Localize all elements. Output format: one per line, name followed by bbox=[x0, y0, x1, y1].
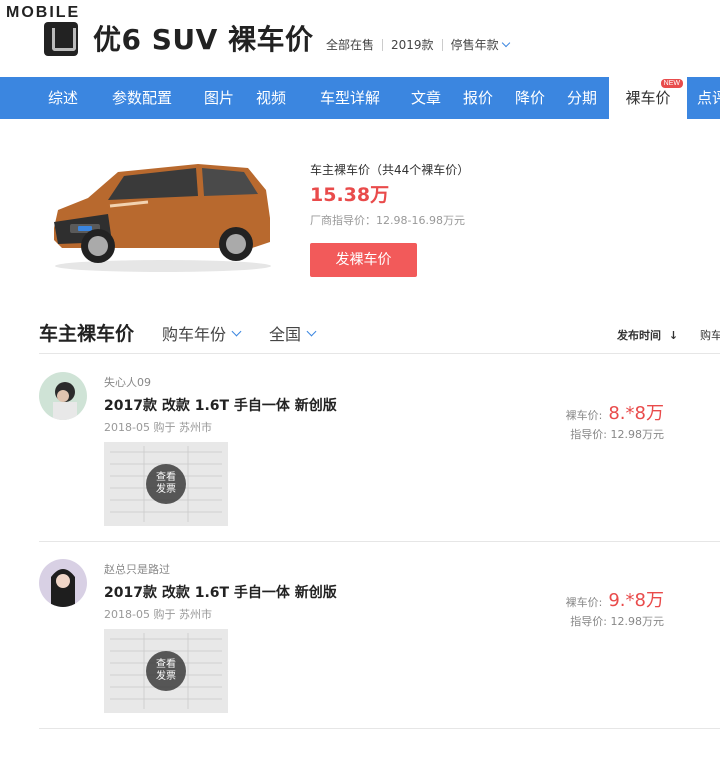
new-badge: NEW bbox=[660, 79, 683, 88]
nav-overview[interactable]: 综述 bbox=[48, 77, 78, 119]
page-header: 优6 SUV 裸车价 全部在售 2019款 停售年款 bbox=[0, 0, 720, 77]
nav-bare-price[interactable]: 裸车价 NEW bbox=[609, 77, 687, 119]
brand-logo[interactable] bbox=[44, 22, 78, 56]
main-nav: 综述 参数配置 图片 视频 车型详解 文章 报价 降价 分期 裸车价 NEW 点… bbox=[0, 77, 720, 119]
car-image bbox=[54, 164, 271, 272]
deal-price: 9.*8万 bbox=[608, 590, 664, 611]
nav-specs[interactable]: 参数配置 bbox=[112, 77, 172, 119]
chevron-down-icon bbox=[306, 326, 317, 336]
nav-discounts[interactable]: 降价 bbox=[515, 77, 545, 119]
divider bbox=[39, 728, 720, 729]
filter-all-on-sale[interactable]: 全部在售 bbox=[326, 36, 374, 53]
model-year-filters: 全部在售 2019款 停售年款 bbox=[326, 36, 510, 53]
invoice-thumbnail[interactable]: 查看 发票 bbox=[104, 442, 228, 526]
average-bare-price: 15.38万 bbox=[310, 184, 390, 206]
guide-price: 指导价: 12.98万元 bbox=[570, 615, 664, 628]
chevron-down-icon bbox=[231, 326, 242, 336]
post-bare-price-button[interactable]: 发裸车价 bbox=[310, 243, 417, 277]
sort-time-label: 发布时间 bbox=[617, 329, 661, 342]
filter-2019[interactable]: 2019款 bbox=[391, 36, 434, 53]
deal-price-row: 裸车价: 8.*8万 bbox=[566, 399, 664, 425]
deal-price-row: 裸车价: 9.*8万 bbox=[566, 586, 664, 612]
bare-price-count-label: 车主裸车价（共44个裸车价） bbox=[310, 163, 470, 177]
chevron-down-icon[interactable] bbox=[501, 38, 510, 47]
list-item: 赵总只是路过 2017款 改款 1.6T 手自一体 新创版 2018-05 购于… bbox=[0, 559, 720, 747]
view-invoice-label: 查看 bbox=[156, 472, 176, 483]
nav-quotes[interactable]: 报价 bbox=[463, 77, 493, 119]
region-label: 全国 bbox=[269, 325, 302, 344]
section-title: 车主裸车价 bbox=[39, 323, 135, 345]
filter-discontinued[interactable]: 停售年款 bbox=[451, 36, 499, 53]
avatar[interactable] bbox=[39, 372, 87, 420]
purchase-info: 2018-05 购于 苏州市 bbox=[104, 608, 212, 621]
view-invoice-label: 查看 bbox=[156, 659, 176, 670]
nav-videos[interactable]: 视频 bbox=[256, 77, 286, 119]
view-invoice-label: 发票 bbox=[156, 671, 176, 682]
view-invoice-button[interactable]: 查看 发票 bbox=[146, 651, 186, 691]
guide-price-range: 厂商指导价：12.98-16.98万元 bbox=[310, 214, 465, 227]
user-name[interactable]: 赵总只是路过 bbox=[104, 561, 170, 577]
deal-price-label: 裸车价: bbox=[565, 596, 603, 609]
view-invoice-button[interactable]: 查看 发票 bbox=[146, 464, 186, 504]
nav-installments[interactable]: 分期 bbox=[567, 77, 597, 119]
purchase-info: 2018-05 购于 苏州市 bbox=[104, 421, 212, 434]
divider bbox=[39, 353, 720, 354]
divider bbox=[382, 38, 384, 51]
nav-articles[interactable]: 文章 bbox=[411, 77, 441, 119]
region-dropdown[interactable]: 全国 bbox=[269, 321, 317, 345]
arrow-down-icon: ↓ bbox=[668, 329, 679, 342]
car-model-name[interactable]: 2017款 改款 1.6T 手自一体 新创版 bbox=[104, 582, 337, 602]
list-item: 失心人09 2017款 改款 1.6T 手自一体 新创版 2018-05 购于 … bbox=[0, 372, 720, 560]
car-model-name[interactable]: 2017款 改款 1.6T 手自一体 新创版 bbox=[104, 395, 337, 415]
avatar[interactable] bbox=[39, 559, 87, 607]
nav-reviews[interactable]: 点评 bbox=[697, 77, 720, 119]
deal-price-label: 裸车价: bbox=[565, 409, 603, 422]
nav-model-details[interactable]: 车型详解 bbox=[320, 77, 380, 119]
user-name[interactable]: 失心人09 bbox=[104, 374, 151, 390]
nav-images[interactable]: 图片 bbox=[204, 77, 234, 119]
purchase-year-label: 购车年份 bbox=[162, 325, 227, 344]
page-title: 优6 SUV 裸车价 bbox=[93, 23, 314, 56]
guide-price: 指导价: 12.98万元 bbox=[570, 428, 664, 441]
view-invoice-label: 发票 bbox=[156, 484, 176, 495]
invoice-thumbnail[interactable]: 查看 发票 bbox=[104, 629, 228, 713]
purchase-year-dropdown[interactable]: 购车年份 bbox=[162, 321, 242, 345]
divider bbox=[39, 541, 720, 542]
nav-bare-price-label: 裸车价 bbox=[625, 89, 671, 107]
deal-price: 8.*8万 bbox=[608, 403, 664, 424]
divider bbox=[441, 38, 443, 51]
sort-by-post-time[interactable]: 发布时间 ↓ bbox=[617, 327, 678, 343]
sort-by-purchase[interactable]: 购车 bbox=[700, 327, 720, 343]
